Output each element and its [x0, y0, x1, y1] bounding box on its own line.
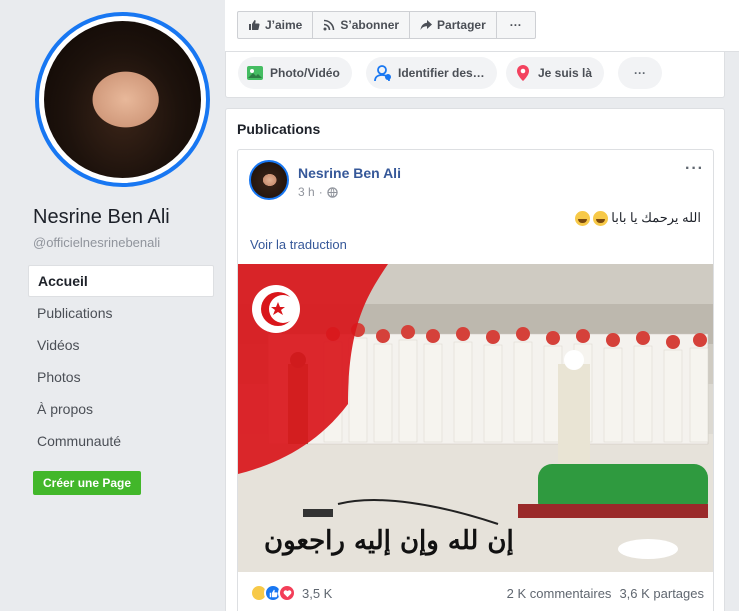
tag-people-button[interactable]: Identifier des… — [366, 57, 497, 89]
location-pin-icon — [514, 64, 532, 82]
post-text: الله يرحمك يا بابا — [575, 210, 701, 226]
profile-photo — [44, 21, 201, 178]
post-card: Nesrine Ben Ali 3 h · ··· الله يرحمك يا … — [237, 149, 714, 611]
tag-people-icon — [374, 64, 392, 82]
crying-emoji-icon — [593, 210, 609, 226]
share-arrow-icon — [420, 20, 433, 30]
photo-video-button[interactable]: Photo/Vidéo — [238, 57, 352, 89]
more-dots-icon: ··· — [509, 18, 522, 32]
subscribe-label: S’abonner — [340, 18, 400, 32]
checkin-label: Je suis là — [538, 66, 593, 80]
create-page-button[interactable]: Créer une Page — [33, 471, 142, 495]
post-footer: 3,5 K 2 K commentaires 3,6 K partages — [238, 572, 713, 611]
thumbs-up-icon — [249, 20, 260, 30]
like-label: J’aime — [265, 18, 303, 32]
reactions-summary[interactable]: 3,5 K — [250, 584, 332, 602]
post-author-name[interactable]: Nesrine Ben Ali — [298, 165, 401, 181]
page-handle[interactable]: @officielnesrinebenali — [33, 235, 160, 250]
meta-separator: · — [318, 185, 323, 199]
globe-icon[interactable] — [326, 186, 338, 198]
image-caption-text: إن لله وإن إليه راجعون — [264, 526, 514, 556]
post-composer: Photo/Vidéo Identifier des… Je suis là ·… — [225, 52, 725, 98]
shares-count-link[interactable]: 3,6 K partages — [619, 586, 704, 601]
reaction-count: 3,5 K — [302, 585, 333, 601]
love-reaction-icon — [278, 584, 296, 602]
engagement-counts: 2 K commentaires 3,6 K partages — [507, 586, 704, 601]
post-image[interactable]: إن لله وإن إليه راجعون — [238, 264, 713, 572]
page-name: Nesrine Ben Ali — [33, 206, 170, 228]
post-message: الله يرحمك يا بابا — [611, 210, 701, 225]
profile-avatar[interactable] — [35, 12, 210, 187]
nav-item-photos[interactable]: Photos — [28, 361, 214, 393]
post-author-avatar[interactable] — [249, 160, 289, 200]
page-action-bar: J’aime S’abonner Partager ··· — [225, 0, 739, 52]
photo-video-label: Photo/Vidéo — [270, 66, 340, 80]
photo-icon — [246, 64, 264, 82]
nav-item-publications[interactable]: Publications — [28, 297, 214, 329]
tag-people-label: Identifier des… — [398, 66, 485, 80]
composer-more-button[interactable]: ··· — [618, 57, 662, 89]
share-button[interactable]: Partager — [410, 12, 497, 38]
more-dots-icon: ··· — [634, 66, 646, 80]
publications-title: Publications — [237, 121, 321, 137]
nav-item-accueil[interactable]: Accueil — [28, 265, 214, 297]
rss-icon — [323, 19, 335, 31]
left-column: Nesrine Ben Ali @officielnesrinebenali A… — [0, 0, 225, 611]
like-button[interactable]: J’aime — [238, 12, 314, 38]
comments-count-link[interactable]: 2 K commentaires — [507, 586, 612, 601]
crying-emoji-icon — [575, 210, 591, 226]
page-actions: J’aime S’abonner Partager ··· — [237, 11, 536, 39]
checkin-button[interactable]: Je suis là — [506, 57, 605, 89]
nav-item-videos[interactable]: Vidéos — [28, 329, 214, 361]
nav-item-a-propos[interactable]: À propos — [28, 393, 214, 425]
post-meta: 3 h · — [298, 185, 338, 199]
see-translation-link[interactable]: Voir la traduction — [250, 237, 347, 252]
nav-item-communaute[interactable]: Communauté — [28, 425, 214, 457]
publications-section: Publications Nesrine Ben Ali 3 h · ··· ا… — [225, 108, 725, 611]
page-nav: Accueil Publications Vidéos Photos À pro… — [28, 265, 214, 457]
more-actions-button[interactable]: ··· — [497, 12, 535, 38]
subscribe-button[interactable]: S’abonner — [313, 12, 411, 38]
share-label: Partager — [437, 18, 486, 32]
post-timestamp[interactable]: 3 h — [298, 185, 315, 199]
post-options-button[interactable]: ··· — [685, 160, 704, 178]
